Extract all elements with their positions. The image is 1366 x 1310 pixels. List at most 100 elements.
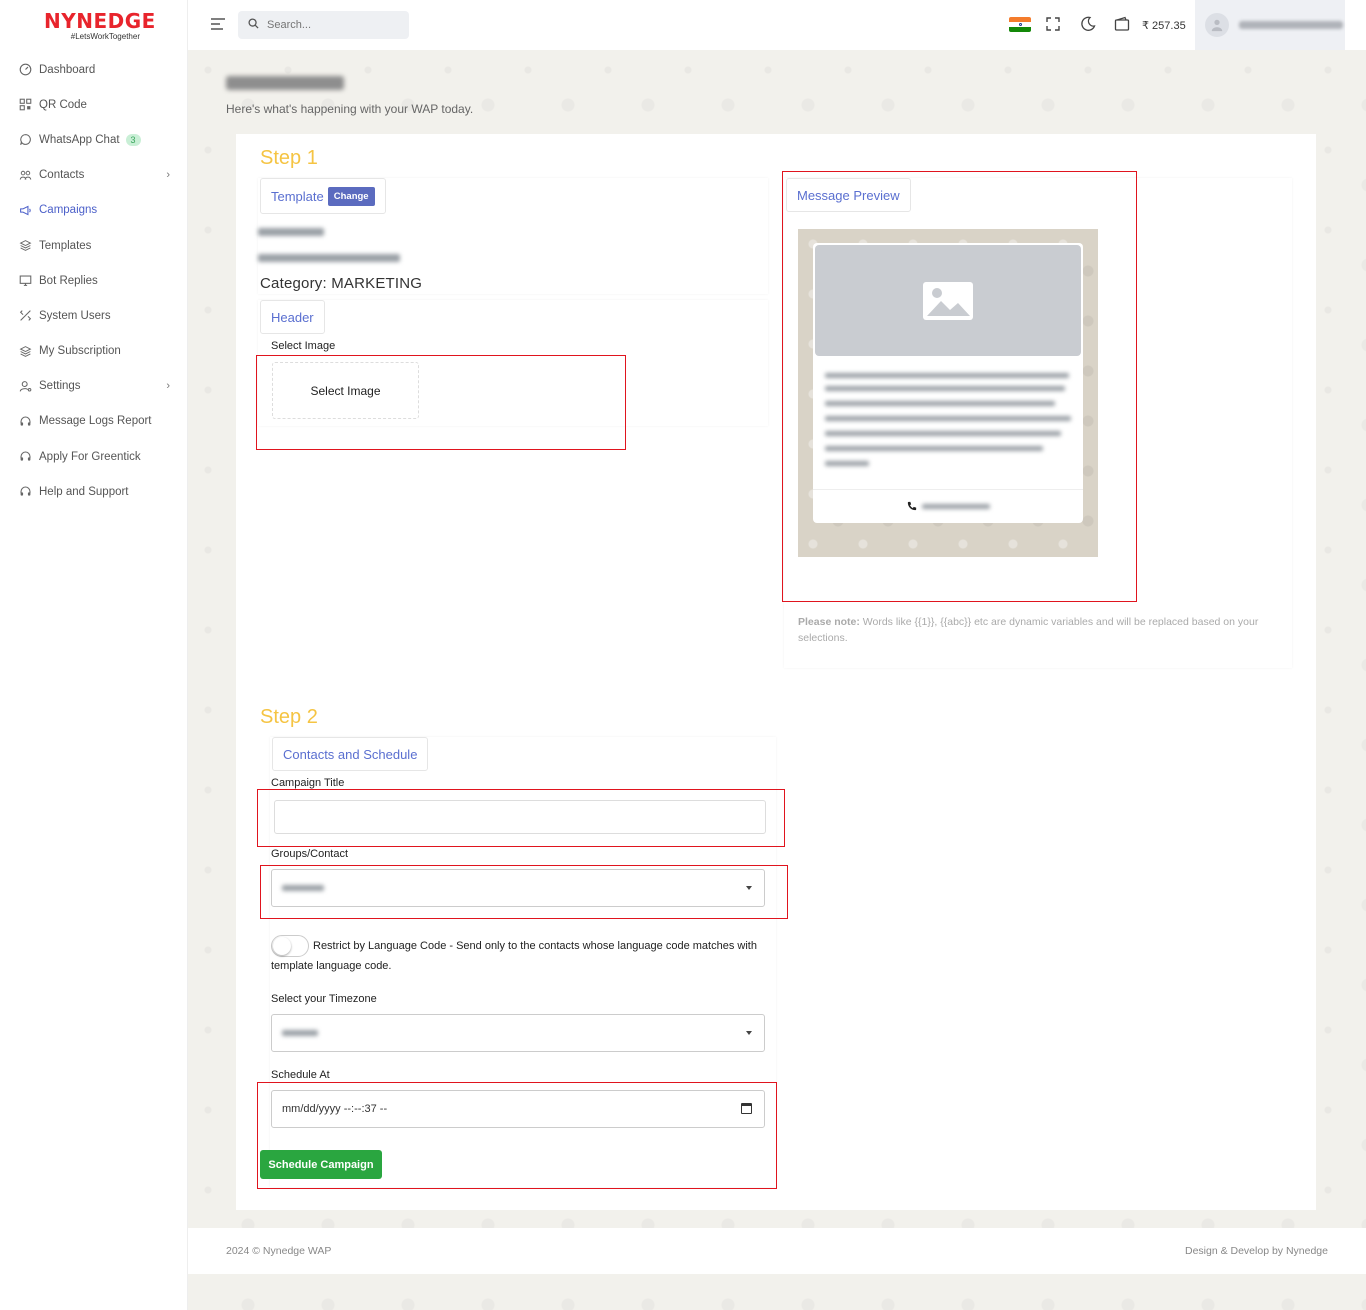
chevron-down-icon xyxy=(746,886,752,890)
sidebar-item-label: Help and Support xyxy=(39,485,129,498)
wallet-icon[interactable] xyxy=(1114,16,1131,33)
sidebar-item-templates[interactable]: Templates xyxy=(0,228,188,263)
sidebar-item-dashboard[interactable]: Dashboard xyxy=(0,52,188,87)
india-flag-icon[interactable] xyxy=(1009,17,1031,32)
sidebar-item-label: Dashboard xyxy=(39,63,96,76)
layers-icon xyxy=(18,344,32,358)
schedule-at-label: Schedule At xyxy=(271,1069,330,1081)
topbar: ₹ 257.35 xyxy=(188,0,1366,50)
calendar-icon[interactable] xyxy=(741,1103,752,1114)
campaign-form-card: Step 1 Template Change Category: MARKETI… xyxy=(236,134,1316,1210)
template-language-redacted xyxy=(258,254,400,262)
chevron-right-icon: › xyxy=(166,379,170,392)
template-tab: Template Change xyxy=(260,178,386,214)
sidebar-item-label: Apply For Greentick xyxy=(39,450,141,463)
chevron-right-icon: › xyxy=(166,168,170,181)
timezone-select[interactable] xyxy=(271,1014,765,1052)
chevron-down-icon xyxy=(746,1031,752,1035)
search-input[interactable] xyxy=(267,19,397,31)
brand-logo[interactable]: NYNEDGE #LetsWorkTogether xyxy=(44,9,156,41)
message-preview-tab: Message Preview xyxy=(786,178,911,212)
brand-tagline: #LetsWorkTogether xyxy=(70,32,140,41)
template-category: Category: MARKETING xyxy=(260,275,423,292)
sidebar: NYNEDGE #LetsWorkTogether Dashboard QR C… xyxy=(0,0,188,1310)
select-image-button[interactable]: Select Image xyxy=(272,362,419,419)
image-placeholder-icon xyxy=(815,245,1081,356)
message-body-redacted xyxy=(825,446,1043,451)
campaign-title-input[interactable] xyxy=(274,800,766,834)
user-menu[interactable] xyxy=(1195,0,1345,50)
dark-mode-icon[interactable] xyxy=(1080,16,1097,33)
phone-number-redacted xyxy=(921,504,990,509)
page-title-redacted xyxy=(226,76,344,90)
sidebar-item-settings[interactable]: Settings › xyxy=(0,369,188,404)
selected-group-redacted xyxy=(282,885,324,891)
wallet-balance: ₹ 257.35 xyxy=(1142,20,1186,32)
chat-icon xyxy=(18,133,32,147)
qr-code-icon xyxy=(18,98,32,112)
sidebar-item-bot-replies[interactable]: Bot Replies xyxy=(0,263,188,298)
schedule-datetime-input[interactable]: mm/dd/yyyy --:--:37 -- xyxy=(271,1090,765,1128)
selected-timezone-redacted xyxy=(282,1030,318,1036)
sidebar-item-label: WhatsApp Chat xyxy=(39,133,120,146)
groups-contact-label: Groups/Contact xyxy=(271,848,349,860)
call-button-row[interactable] xyxy=(813,489,1083,523)
sidebar-item-label: System Users xyxy=(39,309,111,322)
user-name-redacted xyxy=(1239,21,1343,29)
sidebar-item-help-and-support[interactable]: Help and Support xyxy=(0,474,188,509)
fullscreen-icon[interactable] xyxy=(1045,16,1062,33)
monitor-icon xyxy=(18,274,32,288)
search-box[interactable] xyxy=(238,11,409,39)
contacts-icon xyxy=(18,168,32,182)
sidebar-item-apply-for-greentick[interactable]: Apply For Greentick xyxy=(0,439,188,474)
sidebar-item-label: QR Code xyxy=(39,98,87,111)
sidebar-item-label: Campaigns xyxy=(39,204,98,217)
note-text: Words like {{1}}, {{abc}} etc are dynami… xyxy=(798,616,1259,644)
sidebar-item-whatsapp-chat[interactable]: WhatsApp Chat 3 xyxy=(0,122,188,157)
megaphone-icon xyxy=(18,203,32,217)
note-label: Please note: xyxy=(798,616,860,628)
footer: 2024 © Nynedge WAP Design & Develop by N… xyxy=(188,1228,1366,1274)
sidebar-item-message-logs-report[interactable]: Message Logs Report xyxy=(0,404,188,439)
sidebar-item-contacts[interactable]: Contacts › xyxy=(0,158,188,193)
headset-icon xyxy=(18,450,32,464)
message-body-redacted xyxy=(825,373,1069,378)
dynamic-variables-note: Please note: Words like {{1}}, {{abc}} e… xyxy=(798,614,1268,646)
sidebar-item-label: Templates xyxy=(39,239,92,252)
sidebar-item-my-subscription[interactable]: My Subscription xyxy=(0,334,188,369)
sidebar-nav: Dashboard QR Code WhatsApp Chat 3 Contac… xyxy=(0,52,188,509)
brand-name: NYNEDGE xyxy=(44,9,156,33)
step-1-title: Step 1 xyxy=(260,147,318,169)
campaign-title-label: Campaign Title xyxy=(271,777,345,789)
phone-icon xyxy=(907,500,917,514)
user-settings-icon xyxy=(18,379,32,393)
sidebar-item-campaigns[interactable]: Campaigns xyxy=(0,193,188,228)
message-body-redacted xyxy=(825,386,1065,391)
schedule-datetime-value: mm/dd/yyyy --:--:37 -- xyxy=(282,1103,388,1115)
message-body-redacted xyxy=(825,431,1061,436)
sidebar-item-label: Bot Replies xyxy=(39,274,98,287)
whatsapp-preview xyxy=(798,229,1098,557)
menu-toggle-icon[interactable] xyxy=(210,16,226,32)
change-template-button[interactable]: Change xyxy=(327,186,375,206)
restrict-language-text: Restrict by Language Code - Send only to… xyxy=(271,940,757,972)
unread-badge: 3 xyxy=(125,133,141,146)
header-tab: Header xyxy=(260,300,325,334)
schedule-campaign-button[interactable]: Schedule Campaign xyxy=(260,1150,382,1179)
page-subtitle: Here's what's happening with your WAP to… xyxy=(226,102,474,116)
sidebar-item-label: My Subscription xyxy=(39,345,121,358)
contacts-schedule-tab: Contacts and Schedule xyxy=(272,737,429,771)
sidebar-item-qr-code[interactable]: QR Code xyxy=(0,87,188,122)
template-name-redacted xyxy=(258,228,324,236)
sidebar-item-label: Contacts xyxy=(39,169,85,182)
sidebar-item-system-users[interactable]: System Users xyxy=(0,298,188,333)
main-content: Here's what's happening with your WAP to… xyxy=(188,50,1366,1310)
message-body-redacted xyxy=(825,461,869,466)
headset-icon xyxy=(18,414,32,428)
footer-copyright: 2024 © Nynedge WAP xyxy=(226,1245,332,1257)
headset-icon xyxy=(18,485,32,499)
footer-credit: Design & Develop by Nynedge xyxy=(1184,1245,1328,1257)
groups-contact-select[interactable] xyxy=(271,869,765,907)
template-label: Template xyxy=(271,188,324,204)
message-bubble xyxy=(813,243,1083,523)
